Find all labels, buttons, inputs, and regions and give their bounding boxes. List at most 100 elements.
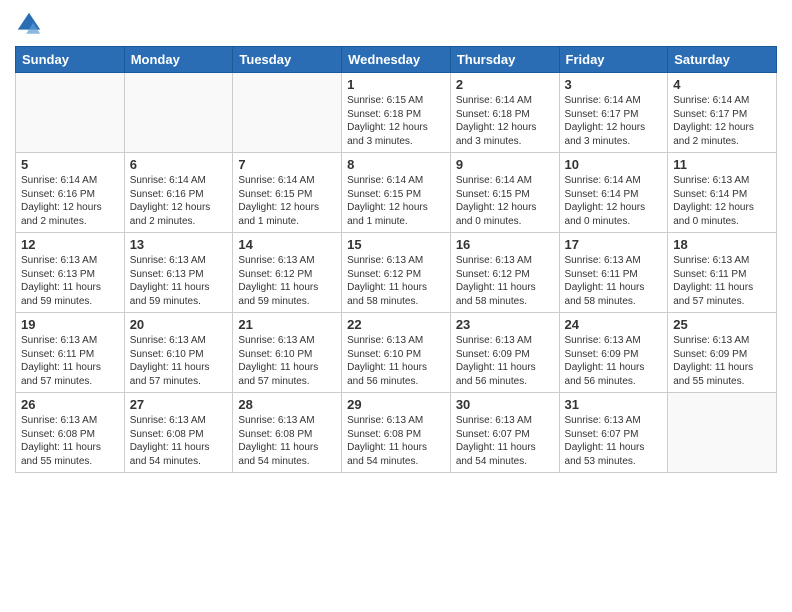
day-number: 2 [456,77,554,92]
calendar-cell: 17 Sunrise: 6:13 AM Sunset: 6:11 PM Dayli… [559,233,668,313]
cell-info: Sunrise: 6:14 AM Sunset: 6:17 PM Dayligh… [565,94,663,148]
day-number: 18 [673,237,771,252]
calendar-cell: 9 Sunrise: 6:14 AM Sunset: 6:15 PM Daylig… [450,153,559,233]
calendar-cell [233,73,342,153]
calendar-cell [668,393,777,473]
day-number: 15 [347,237,445,252]
day-number: 17 [565,237,663,252]
weekday-header: Monday [124,47,233,73]
cell-info: Sunrise: 6:13 AM Sunset: 6:12 PM Dayligh… [456,254,554,308]
day-number: 12 [21,237,119,252]
day-number: 29 [347,397,445,412]
calendar-cell: 13 Sunrise: 6:13 AM Sunset: 6:13 PM Dayli… [124,233,233,313]
calendar-cell: 11Sunrise: 6:13 AM Sunset: 6:14 PM Dayli… [668,153,777,233]
day-number: 23 [456,317,554,332]
day-number: 24 [565,317,663,332]
weekday-header: Thursday [450,47,559,73]
cell-info: Sunrise: 6:14 AM Sunset: 6:15 PM Dayligh… [238,174,336,228]
calendar-cell: 24 Sunrise: 6:13 AM Sunset: 6:09 PM Dayli… [559,313,668,393]
cell-info: Sunrise: 6:13 AM Sunset: 6:09 PM Dayligh… [565,334,663,388]
cell-info: Sunrise: 6:13 AM Sunset: 6:12 PM Dayligh… [238,254,336,308]
calendar-cell: 27 Sunrise: 6:13 AM Sunset: 6:08 PM Dayli… [124,393,233,473]
day-number: 25 [673,317,771,332]
calendar-cell: 1 Sunrise: 6:15 AM Sunset: 6:18 PM Daylig… [342,73,451,153]
weekday-header: Friday [559,47,668,73]
calendar-cell: 4 Sunrise: 6:14 AM Sunset: 6:17 PM Daylig… [668,73,777,153]
cell-info: Sunrise: 6:13 AM Sunset: 6:10 PM Dayligh… [347,334,445,388]
cell-info: Sunrise: 6:13 AM Sunset: 6:10 PM Dayligh… [130,334,228,388]
cell-info: Sunrise: 6:13 AM Sunset: 6:08 PM Dayligh… [130,414,228,468]
cell-info: Sunrise: 6:13 AM Sunset: 6:09 PM Dayligh… [456,334,554,388]
cell-info: Sunrise: 6:14 AM Sunset: 6:15 PM Dayligh… [456,174,554,228]
day-number: 19 [21,317,119,332]
calendar-cell: 12 Sunrise: 6:13 AM Sunset: 6:13 PM Dayli… [16,233,125,313]
header [15,10,777,38]
calendar-cell [124,73,233,153]
cell-info: Sunrise: 6:13 AM Sunset: 6:08 PM Dayligh… [21,414,119,468]
day-number: 8 [347,157,445,172]
cell-info: Sunrise: 6:14 AM Sunset: 6:16 PM Dayligh… [21,174,119,228]
calendar-week-row: 19 Sunrise: 6:13 AM Sunset: 6:11 PM Dayli… [16,313,777,393]
day-number: 5 [21,157,119,172]
calendar-cell: 21 Sunrise: 6:13 AM Sunset: 6:10 PM Dayli… [233,313,342,393]
weekday-header-row: SundayMondayTuesdayWednesdayThursdayFrid… [16,47,777,73]
calendar-cell: 20Sunrise: 6:13 AM Sunset: 6:10 PM Dayli… [124,313,233,393]
cell-info: Sunrise: 6:13 AM Sunset: 6:07 PM Dayligh… [456,414,554,468]
day-number: 4 [673,77,771,92]
cell-info: Sunrise: 6:13 AM Sunset: 6:13 PM Dayligh… [21,254,119,308]
page: SundayMondayTuesdayWednesdayThursdayFrid… [0,0,792,612]
day-number: 1 [347,77,445,92]
calendar-cell: 29 Sunrise: 6:13 AM Sunset: 6:08 PM Dayli… [342,393,451,473]
day-number: 27 [130,397,228,412]
calendar-cell: 7 Sunrise: 6:14 AM Sunset: 6:15 PM Daylig… [233,153,342,233]
cell-info: Sunrise: 6:15 AM Sunset: 6:18 PM Dayligh… [347,94,445,148]
calendar-table: SundayMondayTuesdayWednesdayThursdayFrid… [15,46,777,473]
cell-info: Sunrise: 6:13 AM Sunset: 6:10 PM Dayligh… [238,334,336,388]
day-number: 16 [456,237,554,252]
cell-info: Sunrise: 6:14 AM Sunset: 6:17 PM Dayligh… [673,94,771,148]
cell-info: Sunrise: 6:13 AM Sunset: 6:11 PM Dayligh… [21,334,119,388]
calendar-cell: 15 Sunrise: 6:13 AM Sunset: 6:12 PM Dayli… [342,233,451,313]
calendar-cell: 23 Sunrise: 6:13 AM Sunset: 6:09 PM Dayli… [450,313,559,393]
cell-info: Sunrise: 6:13 AM Sunset: 6:14 PM Dayligh… [673,174,771,228]
weekday-header: Sunday [16,47,125,73]
cell-info: Sunrise: 6:13 AM Sunset: 6:08 PM Dayligh… [347,414,445,468]
day-number: 28 [238,397,336,412]
logo [15,10,47,38]
calendar-cell: 18 Sunrise: 6:13 AM Sunset: 6:11 PM Dayli… [668,233,777,313]
calendar-cell [16,73,125,153]
cell-info: Sunrise: 6:13 AM Sunset: 6:11 PM Dayligh… [673,254,771,308]
calendar-week-row: 1 Sunrise: 6:15 AM Sunset: 6:18 PM Daylig… [16,73,777,153]
cell-info: Sunrise: 6:13 AM Sunset: 6:13 PM Dayligh… [130,254,228,308]
calendar-cell: 14Sunrise: 6:13 AM Sunset: 6:12 PM Dayli… [233,233,342,313]
cell-info: Sunrise: 6:14 AM Sunset: 6:18 PM Dayligh… [456,94,554,148]
calendar-cell: 25 Sunrise: 6:13 AM Sunset: 6:09 PM Dayli… [668,313,777,393]
cell-info: Sunrise: 6:13 AM Sunset: 6:08 PM Dayligh… [238,414,336,468]
calendar-week-row: 12 Sunrise: 6:13 AM Sunset: 6:13 PM Dayli… [16,233,777,313]
calendar-cell: 8 Sunrise: 6:14 AM Sunset: 6:15 PM Daylig… [342,153,451,233]
day-number: 13 [130,237,228,252]
calendar-cell: 19 Sunrise: 6:13 AM Sunset: 6:11 PM Dayli… [16,313,125,393]
calendar-cell: 30Sunrise: 6:13 AM Sunset: 6:07 PM Dayli… [450,393,559,473]
calendar-cell: 5 Sunrise: 6:14 AM Sunset: 6:16 PM Daylig… [16,153,125,233]
day-number: 9 [456,157,554,172]
day-number: 10 [565,157,663,172]
calendar-cell: 22Sunrise: 6:13 AM Sunset: 6:10 PM Dayli… [342,313,451,393]
day-number: 26 [21,397,119,412]
cell-info: Sunrise: 6:14 AM Sunset: 6:16 PM Dayligh… [130,174,228,228]
calendar-cell: 3Sunrise: 6:14 AM Sunset: 6:17 PM Daylig… [559,73,668,153]
day-number: 6 [130,157,228,172]
calendar-cell: 26 Sunrise: 6:13 AM Sunset: 6:08 PM Dayli… [16,393,125,473]
cell-info: Sunrise: 6:13 AM Sunset: 6:07 PM Dayligh… [565,414,663,468]
calendar-cell: 2 Sunrise: 6:14 AM Sunset: 6:18 PM Daylig… [450,73,559,153]
cell-info: Sunrise: 6:14 AM Sunset: 6:15 PM Dayligh… [347,174,445,228]
calendar-cell: 16 Sunrise: 6:13 AM Sunset: 6:12 PM Dayli… [450,233,559,313]
cell-info: Sunrise: 6:13 AM Sunset: 6:12 PM Dayligh… [347,254,445,308]
cell-info: Sunrise: 6:13 AM Sunset: 6:09 PM Dayligh… [673,334,771,388]
day-number: 7 [238,157,336,172]
weekday-header: Wednesday [342,47,451,73]
weekday-header: Tuesday [233,47,342,73]
day-number: 21 [238,317,336,332]
logo-icon [15,10,43,38]
cell-info: Sunrise: 6:13 AM Sunset: 6:11 PM Dayligh… [565,254,663,308]
